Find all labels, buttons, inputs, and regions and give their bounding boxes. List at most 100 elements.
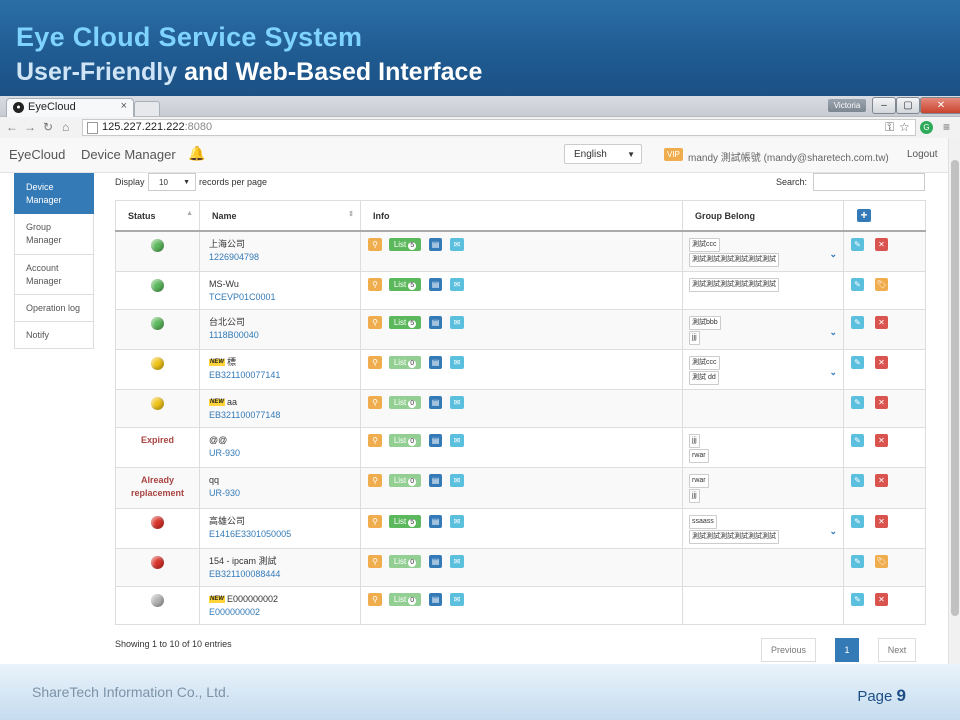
device-id-link[interactable]: 1118B00040 bbox=[209, 329, 360, 341]
home-icon[interactable]: ⌂ bbox=[62, 120, 69, 134]
back-arrow-icon[interactable]: ← bbox=[6, 120, 18, 134]
search-icon[interactable]: ⚲ bbox=[368, 433, 382, 447]
delete-button[interactable]: ✕ bbox=[875, 433, 888, 447]
pagination-page-1[interactable]: 1 bbox=[835, 638, 859, 662]
mail-icon[interactable]: ✉ bbox=[450, 395, 464, 409]
chevron-down-icon[interactable]: ⌄ bbox=[829, 367, 837, 378]
new-tab-button[interactable] bbox=[134, 101, 160, 116]
tab-close-icon[interactable]: × bbox=[121, 100, 127, 112]
mail-icon[interactable]: ✉ bbox=[450, 355, 464, 369]
search-icon[interactable]: ⚲ bbox=[368, 315, 382, 329]
edit-pencil-icon[interactable]: ✎ bbox=[851, 514, 864, 528]
list-button[interactable]: List 5 bbox=[389, 514, 421, 528]
search-icon[interactable]: ⚲ bbox=[368, 592, 382, 606]
edit-pencil-icon[interactable]: ✎ bbox=[851, 473, 864, 487]
page-size-select[interactable]: 10 ▼ bbox=[148, 173, 196, 191]
mail-icon[interactable]: ✉ bbox=[450, 514, 464, 528]
device-id-link[interactable]: E000000002 bbox=[209, 606, 360, 618]
browser-tab[interactable]: ● EyeCloud × bbox=[6, 98, 134, 117]
document-icon[interactable]: ▤ bbox=[429, 315, 442, 329]
delete-button[interactable]: ✕ bbox=[875, 473, 888, 487]
search-icon[interactable]: ⚲ bbox=[368, 395, 382, 409]
delete-button[interactable]: ✕ bbox=[875, 592, 888, 606]
mail-icon[interactable]: ✉ bbox=[450, 238, 464, 251]
window-close-button[interactable]: ✕ bbox=[920, 97, 960, 114]
column-header-status[interactable]: Status ▲ bbox=[115, 200, 200, 232]
edit-pencil-icon[interactable]: ✎ bbox=[851, 554, 864, 568]
maximize-button[interactable]: ▢ bbox=[896, 97, 920, 114]
sidebar-item-group-manager[interactable]: Group Manager bbox=[14, 214, 94, 255]
delete-button[interactable]: ✕ bbox=[875, 395, 888, 409]
extension-icon[interactable]: G bbox=[920, 121, 933, 134]
mail-icon[interactable]: ✉ bbox=[450, 315, 464, 329]
search-icon[interactable]: ⚲ bbox=[368, 238, 382, 251]
device-id-link[interactable]: E1416E3301050005 bbox=[209, 528, 360, 540]
document-icon[interactable]: ▤ bbox=[429, 433, 442, 447]
chevron-down-icon[interactable]: ⌄ bbox=[829, 249, 837, 260]
list-button[interactable]: List 5 bbox=[389, 315, 421, 329]
browser-menu-icon[interactable]: ≡ bbox=[943, 120, 950, 134]
window-user-badge[interactable]: Victoria bbox=[828, 99, 866, 112]
delete-button[interactable]: ✕ bbox=[875, 514, 888, 528]
device-id-link[interactable]: 1226904798 bbox=[209, 251, 360, 263]
document-icon[interactable]: ▤ bbox=[429, 473, 442, 487]
device-id-link[interactable]: UR-930 bbox=[209, 487, 360, 499]
pagination-next[interactable]: Next bbox=[878, 638, 916, 662]
list-button[interactable]: List 5 bbox=[389, 277, 421, 291]
language-select[interactable]: English ▼ bbox=[564, 144, 642, 164]
document-icon[interactable]: ▤ bbox=[429, 395, 442, 409]
chevron-down-icon[interactable]: ⌄ bbox=[829, 526, 837, 537]
list-button[interactable]: List 0 bbox=[389, 554, 421, 568]
sidebar-item-notify[interactable]: Notify bbox=[14, 322, 94, 349]
edit-pencil-icon[interactable]: ✎ bbox=[851, 238, 864, 251]
mail-icon[interactable]: ✉ bbox=[450, 592, 464, 606]
bell-icon[interactable]: 🔔 bbox=[188, 145, 205, 162]
document-icon[interactable]: ▤ bbox=[429, 554, 442, 568]
document-icon[interactable]: ▤ bbox=[429, 238, 442, 251]
pagination-previous[interactable]: Previous bbox=[761, 638, 816, 662]
delete-button[interactable]: ✕ bbox=[875, 238, 888, 251]
page-scrollbar[interactable] bbox=[948, 138, 960, 664]
edit-pencil-icon[interactable]: ✎ bbox=[851, 315, 864, 329]
nav-device-manager[interactable]: Device Manager bbox=[81, 147, 176, 162]
add-device-button[interactable]: + bbox=[857, 209, 871, 222]
edit-pencil-icon[interactable]: ✎ bbox=[851, 592, 864, 606]
document-icon[interactable]: ▤ bbox=[429, 592, 442, 606]
list-button[interactable]: List 0 bbox=[389, 473, 421, 487]
search-input[interactable] bbox=[813, 173, 925, 191]
mail-icon[interactable]: ✉ bbox=[450, 277, 464, 291]
delete-button[interactable]: ✕ bbox=[875, 355, 888, 369]
device-id-link[interactable]: TCEVP01C0001 bbox=[209, 291, 360, 303]
search-icon[interactable]: ⚲ bbox=[368, 277, 382, 291]
sidebar-item-account-manager[interactable]: Account Manager bbox=[14, 255, 94, 295]
minimize-button[interactable]: – bbox=[872, 97, 896, 114]
scrollbar-thumb[interactable] bbox=[951, 160, 959, 616]
edit-pencil-icon[interactable]: ✎ bbox=[851, 395, 864, 409]
key-icon[interactable]: ⚿ bbox=[885, 120, 894, 135]
device-id-link[interactable]: UR-930 bbox=[209, 447, 360, 459]
search-icon[interactable]: ⚲ bbox=[368, 514, 382, 528]
brand-logo[interactable]: EyeCloud bbox=[9, 147, 65, 162]
forward-arrow-icon[interactable]: → bbox=[24, 120, 36, 134]
list-button[interactable]: List 5 bbox=[389, 238, 421, 251]
search-icon[interactable]: ⚲ bbox=[368, 554, 382, 568]
list-button[interactable]: List 0 bbox=[389, 592, 421, 606]
tag-icon[interactable]: 🏷 bbox=[875, 554, 888, 568]
device-id-link[interactable]: EB321100077148 bbox=[209, 409, 360, 421]
mail-icon[interactable]: ✉ bbox=[450, 473, 464, 487]
user-info[interactable]: mandy 測試帳號 (mandy@sharetech.com.tw) bbox=[688, 149, 889, 164]
search-icon[interactable]: ⚲ bbox=[368, 473, 382, 487]
delete-button[interactable]: ✕ bbox=[875, 315, 888, 329]
mail-icon[interactable]: ✉ bbox=[450, 554, 464, 568]
reload-icon[interactable]: ↻ bbox=[43, 120, 53, 134]
edit-pencil-icon[interactable]: ✎ bbox=[851, 355, 864, 369]
sidebar-item-operation-log[interactable]: Operation log bbox=[14, 295, 94, 322]
search-icon[interactable]: ⚲ bbox=[368, 355, 382, 369]
bookmark-star-icon[interactable]: ☆ bbox=[899, 120, 910, 134]
device-id-link[interactable]: EB321100077141 bbox=[209, 369, 360, 381]
edit-pencil-icon[interactable]: ✎ bbox=[851, 433, 864, 447]
document-icon[interactable]: ▤ bbox=[429, 277, 442, 291]
list-button[interactable]: List 0 bbox=[389, 395, 421, 409]
sidebar-item-device-manager[interactable]: Device Manager bbox=[14, 173, 94, 214]
edit-pencil-icon[interactable]: ✎ bbox=[851, 277, 864, 291]
